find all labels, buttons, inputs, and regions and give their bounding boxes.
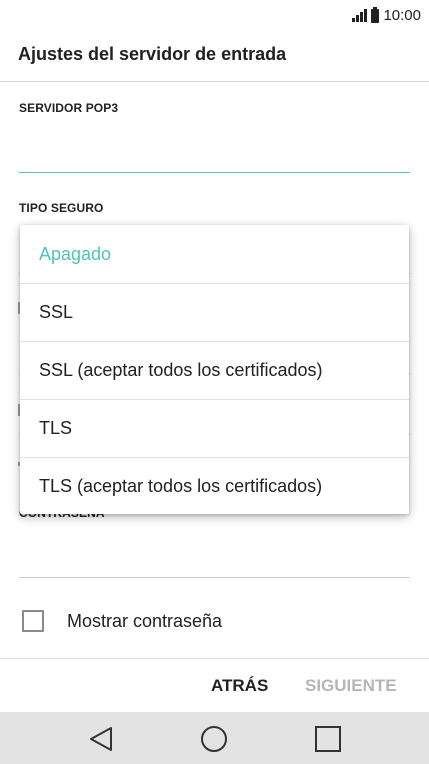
navigation-bar — [0, 712, 429, 764]
circle-home-icon[interactable] — [199, 724, 229, 754]
status-time: 10:00 — [383, 7, 421, 24]
server-input[interactable] — [19, 172, 410, 173]
page-title: Ajustes del servidor de entrada — [18, 44, 287, 64]
dropdown-option-ssl[interactable]: SSL — [20, 283, 409, 341]
title-divider — [0, 81, 429, 82]
security-type-label: TIPO SEGURO — [19, 201, 104, 215]
dropdown-option-apagado[interactable]: Apagado — [20, 225, 409, 283]
status-icons: 10:00 — [352, 6, 421, 24]
show-password-row[interactable]: Mostrar contraseña — [22, 610, 222, 632]
square-recents-icon[interactable] — [313, 724, 343, 754]
battery-icon — [371, 6, 380, 23]
action-divider — [0, 658, 429, 659]
next-button[interactable]: SIGUIENTE — [305, 676, 397, 696]
show-password-label: Mostrar contraseña — [67, 610, 223, 631]
dropdown-option-tls-all-certs[interactable]: TLS (aceptar todos los certificados) — [20, 457, 409, 515]
security-type-dropdown: Apagado SSL SSL (aceptar todos los certi… — [20, 225, 409, 514]
signal-icon — [352, 9, 368, 22]
password-input[interactable] — [19, 577, 410, 578]
dropdown-option-tls[interactable]: TLS — [20, 399, 409, 457]
dropdown-option-ssl-all-certs[interactable]: SSL (aceptar todos los certificados) — [20, 341, 409, 399]
triangle-back-icon[interactable] — [87, 724, 117, 754]
back-button[interactable]: ATRÁS — [211, 676, 268, 696]
server-label: SERVIDOR POP3 — [19, 101, 119, 115]
status-bar: 10:00 — [0, 0, 429, 30]
show-password-checkbox[interactable] — [22, 610, 44, 632]
